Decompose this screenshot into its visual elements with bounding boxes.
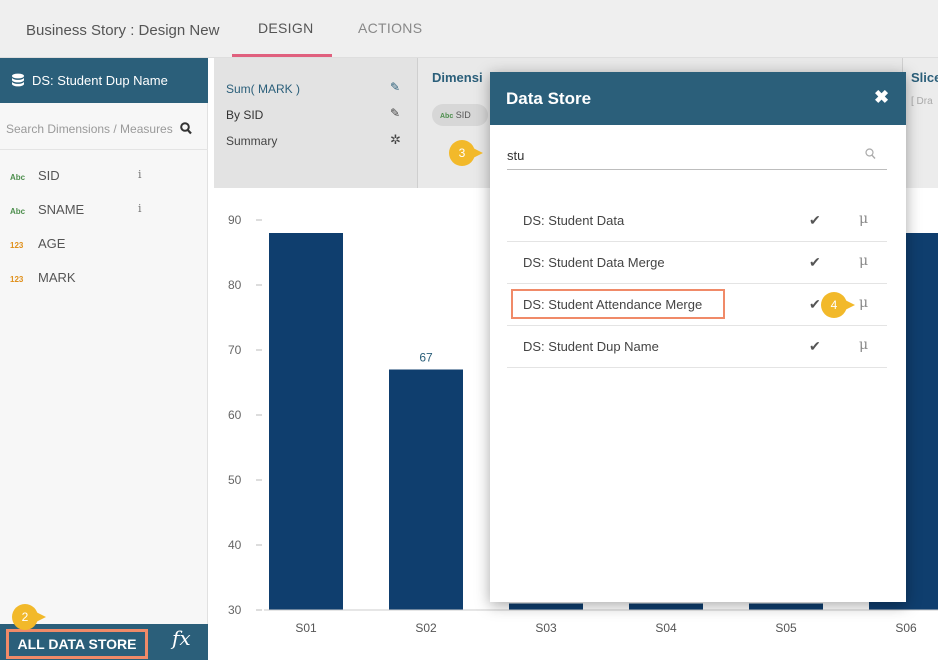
mu-icon[interactable]: μ <box>859 337 868 353</box>
slice-panel: Slice [ Dra <box>902 58 938 188</box>
y-tick-label: 90 <box>228 213 242 227</box>
search-icon[interactable] <box>865 148 876 160</box>
check-icon[interactable]: ✔ <box>809 296 821 313</box>
field-search-placeholder: Search Dimensions / Measures <box>6 122 173 136</box>
datastore-item[interactable]: DS: Student Data ✔ μ <box>507 200 887 242</box>
dimension-chip-label: SID <box>455 110 471 120</box>
by-sid-label[interactable]: By SID <box>226 108 263 122</box>
close-icon[interactable]: ✖ <box>874 87 889 108</box>
field-label: SID <box>38 168 60 183</box>
check-icon[interactable]: ✔ <box>809 254 821 271</box>
mu-icon[interactable]: μ <box>859 295 868 311</box>
measure-label[interactable]: Sum( MARK ) <box>226 82 300 96</box>
datastore-search <box>507 142 887 170</box>
active-tab-indicator <box>232 54 332 57</box>
database-icon <box>12 73 24 87</box>
edit-icon[interactable]: ✎ <box>390 80 400 94</box>
dimensions-title: Dimensi <box>432 70 483 85</box>
field-label: AGE <box>38 236 66 251</box>
datastore-item[interactable]: DS: Student Dup Name ✔ μ <box>507 326 887 368</box>
all-data-store-button[interactable]: ALL DATA STORE <box>6 629 148 659</box>
mu-icon[interactable]: μ <box>859 253 868 269</box>
bar-s03[interactable] <box>509 603 583 611</box>
field-search[interactable]: Search Dimensions / Measures <box>0 110 208 150</box>
summary-label[interactable]: Summary <box>226 134 277 148</box>
y-tick-label: 80 <box>228 278 242 292</box>
callout-pointer <box>841 298 855 312</box>
info-icon[interactable]: i <box>138 168 142 181</box>
data-store-dialog: Data Store ✖ DS: Student Data ✔ μ DS: St… <box>490 72 906 602</box>
check-icon[interactable]: ✔ <box>809 338 821 355</box>
datastore-item-label: DS: Student Data <box>523 213 625 228</box>
x-tick-label: S06 <box>895 621 917 635</box>
datastore-item-label: DS: Student Dup Name <box>523 339 659 354</box>
callout-pointer <box>469 146 483 160</box>
bar-s05[interactable] <box>749 603 823 611</box>
field-item-age[interactable]: 123 AGE <box>10 236 65 256</box>
datastore-item-label: DS: Student Attendance Merge <box>523 297 703 312</box>
gear-icon[interactable]: ✲ <box>390 132 401 148</box>
datastore-header[interactable]: DS: Student Dup Name <box>0 58 208 103</box>
field-label: SNAME <box>38 202 85 217</box>
field-item-sid[interactable]: Abc SID i <box>10 168 142 188</box>
text-type-icon: Abc <box>10 207 26 216</box>
slice-title: Slice <box>911 70 938 85</box>
x-tick-label: S04 <box>655 621 677 635</box>
number-type-icon: 123 <box>10 275 24 284</box>
search-icon[interactable] <box>180 122 192 135</box>
field-label: MARK <box>38 270 76 285</box>
bar-s04[interactable] <box>629 603 703 611</box>
mu-icon[interactable]: μ <box>859 211 868 227</box>
dialog-title: Data Store <box>506 89 592 108</box>
field-item-mark[interactable]: 123 MARK <box>10 270 76 290</box>
text-type-icon: Abc <box>10 173 26 182</box>
tab-design[interactable]: DESIGN <box>258 20 313 36</box>
field-item-sname[interactable]: Abc SNAME i <box>10 202 142 222</box>
text-type-icon: Abc <box>440 113 454 120</box>
number-type-icon: 123 <box>10 241 24 250</box>
bar-s02[interactable] <box>389 369 463 611</box>
dimension-chip-sid[interactable]: Abc SID <box>432 104 488 126</box>
tab-actions[interactable]: ACTIONS <box>358 20 422 36</box>
measures-panel: Sum( MARK ) ✎ By SID ✎ Summary ✲ <box>214 58 418 188</box>
x-tick-label: S03 <box>535 621 557 635</box>
y-tick-label: 40 <box>228 538 242 552</box>
datastore-search-input[interactable] <box>507 144 847 166</box>
info-icon[interactable]: i <box>138 202 142 215</box>
y-tick-label: 70 <box>228 343 242 357</box>
bar-s01[interactable] <box>269 233 343 610</box>
callout-marker-3: 3 <box>449 140 483 166</box>
y-tick-label: 50 <box>228 473 242 487</box>
x-tick-label: S01 <box>295 621 317 635</box>
callout-pointer <box>32 610 46 624</box>
fx-icon[interactable]: fx <box>172 626 191 650</box>
top-bar: Business Story : Design New DESIGN ACTIO… <box>0 0 938 58</box>
story-title: Business Story : Design New <box>26 22 220 39</box>
callout-marker-4: 4 <box>821 292 855 318</box>
edit-icon[interactable]: ✎ <box>390 106 400 120</box>
datastore-item[interactable]: DS: Student Data Merge ✔ μ <box>507 242 887 284</box>
datastore-name: DS: Student Dup Name <box>32 73 168 88</box>
callout-marker-2: 2 <box>12 604 46 630</box>
y-tick-label: 60 <box>228 408 242 422</box>
slice-drop-hint: [ Dra <box>911 96 933 107</box>
x-tick-label: S05 <box>775 621 797 635</box>
sidebar: DS: Student Dup Name Search Dimensions /… <box>0 58 208 660</box>
check-icon[interactable]: ✔ <box>809 212 821 229</box>
bar-data-label: 67 <box>419 351 433 365</box>
x-tick-label: S02 <box>415 621 437 635</box>
dialog-header: Data Store ✖ <box>490 72 906 125</box>
datastore-item-label: DS: Student Data Merge <box>523 255 665 270</box>
y-tick-label: 30 <box>228 603 242 617</box>
